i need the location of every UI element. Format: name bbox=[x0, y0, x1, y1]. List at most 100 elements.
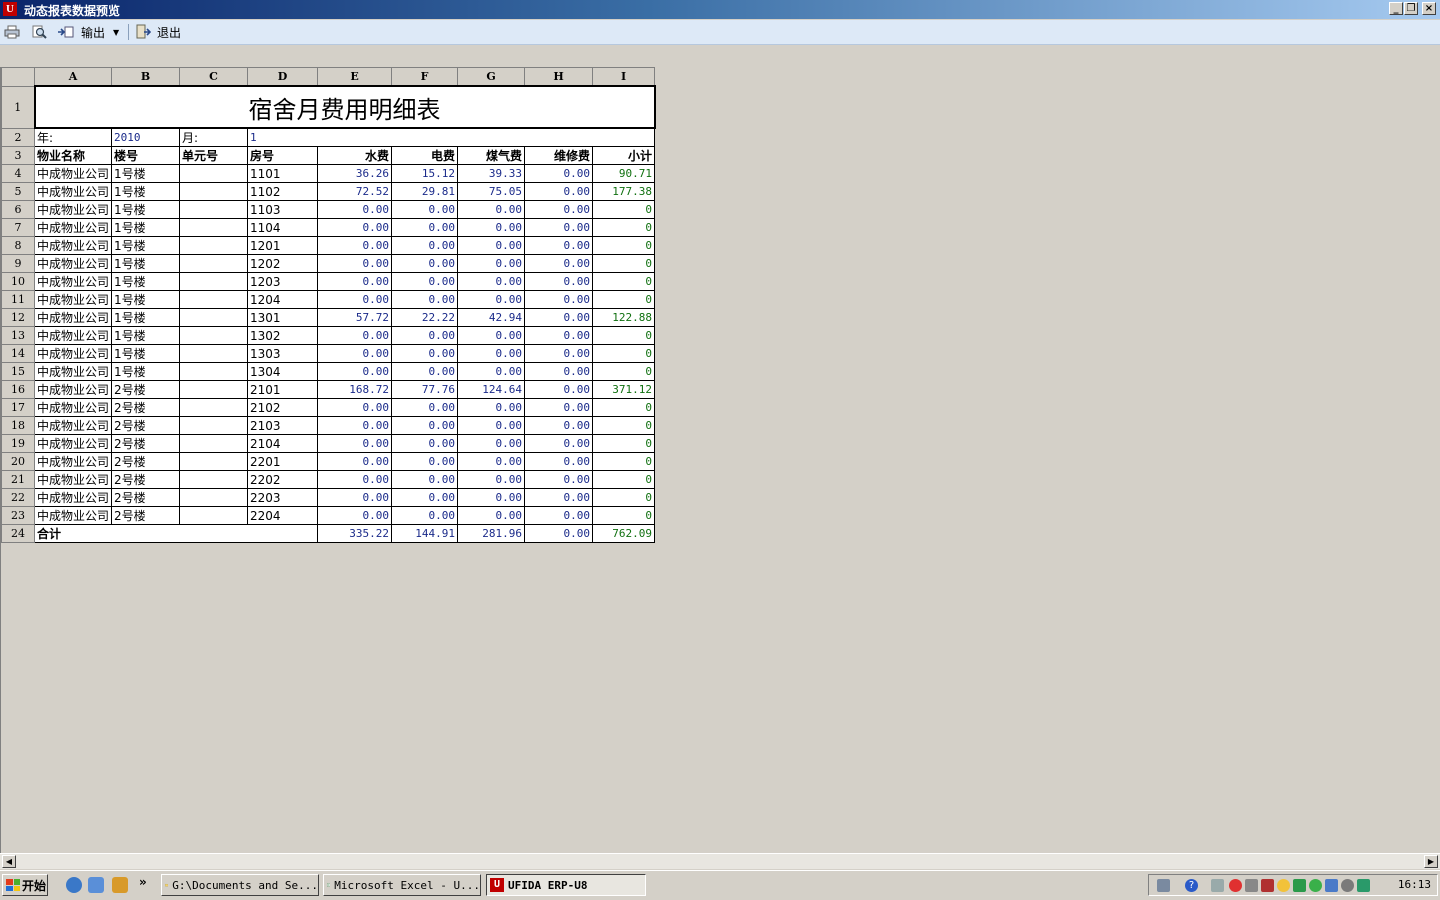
table-cell[interactable]: 0.00 bbox=[391, 398, 459, 417]
total-cell[interactable]: 281.96 bbox=[457, 524, 526, 543]
total-cell[interactable]: 335.22 bbox=[317, 524, 393, 543]
monitor-icon[interactable] bbox=[1325, 879, 1338, 892]
table-cell[interactable]: 1号楼 bbox=[111, 290, 181, 309]
quick-launch-more[interactable]: » bbox=[139, 875, 147, 889]
table-cell[interactable]: 0 bbox=[592, 200, 656, 219]
table-cell[interactable]: 中成物业公司 bbox=[33, 236, 113, 255]
table-cell[interactable] bbox=[179, 326, 249, 345]
table-cell[interactable]: 0.00 bbox=[317, 434, 393, 453]
table-cell[interactable]: 0.00 bbox=[391, 326, 459, 345]
scroll-right-icon[interactable]: ▶ bbox=[1424, 855, 1438, 868]
table-cell[interactable]: 75.05 bbox=[457, 182, 526, 201]
table-cell[interactable]: 371.12 bbox=[592, 380, 656, 399]
chevron-down-icon[interactable]: ▼ bbox=[113, 28, 119, 37]
close-button[interactable]: × bbox=[1422, 2, 1436, 15]
table-cell[interactable] bbox=[179, 164, 249, 183]
table-cell[interactable]: 2号楼 bbox=[111, 470, 181, 489]
table-cell[interactable]: 0 bbox=[592, 506, 656, 525]
table-cell[interactable]: 0.00 bbox=[524, 236, 594, 255]
table-cell[interactable]: 1号楼 bbox=[111, 182, 181, 201]
table-cell[interactable]: 0.00 bbox=[457, 434, 526, 453]
table-cell[interactable] bbox=[179, 200, 249, 219]
table-cell[interactable]: 2202 bbox=[247, 470, 319, 489]
table-cell[interactable]: 0.00 bbox=[457, 236, 526, 255]
corner-select-all[interactable] bbox=[1, 67, 35, 87]
column-title[interactable]: 水费 bbox=[317, 146, 393, 165]
table-cell[interactable]: 0.00 bbox=[524, 416, 594, 435]
table-cell[interactable]: 2204 bbox=[247, 506, 319, 525]
month-value[interactable]: 1 bbox=[247, 127, 656, 147]
table-cell[interactable]: 2号楼 bbox=[111, 452, 181, 471]
year-label[interactable]: 年: bbox=[33, 127, 113, 147]
table-cell[interactable]: 15.12 bbox=[391, 164, 459, 183]
table-cell[interactable]: 0.00 bbox=[457, 200, 526, 219]
table-cell[interactable] bbox=[179, 236, 249, 255]
table-cell[interactable]: 中成物业公司 bbox=[33, 398, 113, 417]
table-cell[interactable]: 0.00 bbox=[391, 506, 459, 525]
table-cell[interactable]: 1号楼 bbox=[111, 236, 181, 255]
row-header[interactable]: 24 bbox=[1, 524, 35, 543]
table-cell[interactable] bbox=[179, 470, 249, 489]
column-header[interactable]: G bbox=[457, 67, 526, 87]
column-header[interactable]: E bbox=[317, 67, 393, 87]
table-cell[interactable]: 0 bbox=[592, 434, 656, 453]
export-button[interactable]: 输出 ▼ bbox=[57, 23, 119, 41]
table-cell[interactable]: 1号楼 bbox=[111, 218, 181, 237]
table-cell[interactable]: 2203 bbox=[247, 488, 319, 507]
table-cell[interactable]: 122.88 bbox=[592, 308, 656, 327]
table-cell[interactable]: 36.26 bbox=[317, 164, 393, 183]
table-cell[interactable]: 中成物业公司 bbox=[33, 200, 113, 219]
green-shield-icon[interactable] bbox=[1309, 879, 1322, 892]
table-cell[interactable]: 0 bbox=[592, 362, 656, 381]
row-header[interactable]: 4 bbox=[1, 164, 35, 183]
column-title[interactable]: 房号 bbox=[247, 146, 319, 165]
table-cell[interactable]: 0.00 bbox=[317, 326, 393, 345]
row-header[interactable]: 23 bbox=[1, 506, 35, 525]
table-cell[interactable]: 0.00 bbox=[524, 200, 594, 219]
column-header[interactable]: H bbox=[524, 67, 594, 87]
table-cell[interactable]: 0 bbox=[592, 488, 656, 507]
table-cell[interactable]: 0.00 bbox=[317, 218, 393, 237]
table-cell[interactable]: 1号楼 bbox=[111, 326, 181, 345]
row-header[interactable]: 6 bbox=[1, 200, 35, 219]
table-cell[interactable]: 57.72 bbox=[317, 308, 393, 327]
table-cell[interactable]: 168.72 bbox=[317, 380, 393, 399]
row-header[interactable]: 10 bbox=[1, 272, 35, 291]
table-cell[interactable]: 0 bbox=[592, 272, 656, 291]
table-cell[interactable]: 0.00 bbox=[317, 344, 393, 363]
table-cell[interactable]: 22.22 bbox=[391, 308, 459, 327]
table-cell[interactable]: 0.00 bbox=[391, 452, 459, 471]
table-cell[interactable]: 0.00 bbox=[317, 506, 393, 525]
table-cell[interactable]: 0.00 bbox=[391, 362, 459, 381]
table-cell[interactable]: 2101 bbox=[247, 380, 319, 399]
row-header[interactable]: 1 bbox=[1, 85, 35, 129]
table-cell[interactable]: 1203 bbox=[247, 272, 319, 291]
table-cell[interactable]: 77.76 bbox=[391, 380, 459, 399]
table-cell[interactable]: 1104 bbox=[247, 218, 319, 237]
table-cell[interactable]: 中成物业公司 bbox=[33, 308, 113, 327]
table-cell[interactable]: 0.00 bbox=[524, 434, 594, 453]
start-button[interactable]: 开始 bbox=[2, 874, 48, 896]
column-header[interactable]: A bbox=[33, 67, 113, 87]
table-cell[interactable]: 1号楼 bbox=[111, 200, 181, 219]
table-cell[interactable]: 0.00 bbox=[457, 362, 526, 381]
total-cell[interactable]: 0.00 bbox=[524, 524, 594, 543]
help-icon[interactable]: ? bbox=[1185, 879, 1198, 892]
row-header[interactable]: 9 bbox=[1, 254, 35, 273]
table-cell[interactable]: 2号楼 bbox=[111, 398, 181, 417]
table-cell[interactable]: 0.00 bbox=[391, 416, 459, 435]
table-cell[interactable]: 0.00 bbox=[391, 434, 459, 453]
table-cell[interactable]: 0.00 bbox=[391, 272, 459, 291]
table-cell[interactable]: 0.00 bbox=[391, 218, 459, 237]
table-cell[interactable]: 0.00 bbox=[457, 272, 526, 291]
row-header[interactable]: 13 bbox=[1, 326, 35, 345]
table-cell[interactable] bbox=[179, 254, 249, 273]
table-cell[interactable]: 72.52 bbox=[317, 182, 393, 201]
qq-icon[interactable] bbox=[1229, 879, 1242, 892]
table-cell[interactable]: 0.00 bbox=[524, 506, 594, 525]
table-cell[interactable]: 0.00 bbox=[391, 254, 459, 273]
update-icon[interactable] bbox=[1293, 879, 1306, 892]
column-title[interactable]: 维修费 bbox=[524, 146, 594, 165]
total-cell[interactable]: 144.91 bbox=[391, 524, 459, 543]
table-cell[interactable]: 0.00 bbox=[524, 380, 594, 399]
